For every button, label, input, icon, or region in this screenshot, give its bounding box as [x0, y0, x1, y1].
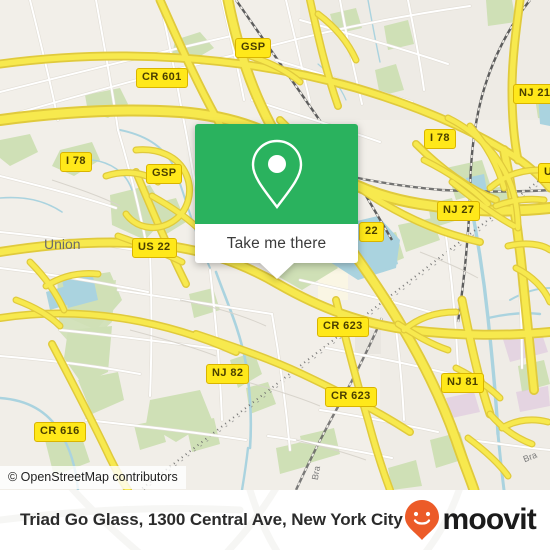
map-pin-icon — [251, 139, 302, 209]
road-shield[interactable]: CR 601 — [136, 68, 188, 88]
road-shield[interactable]: US 22 — [132, 238, 177, 258]
road-shield[interactable]: 22 — [359, 222, 385, 242]
map-popup-card[interactable]: Take me there — [195, 124, 358, 279]
road-shield[interactable]: I 78 — [60, 152, 92, 172]
road-shield[interactable]: CR 623 — [325, 387, 377, 407]
location-title: Triad Go Glass, 1300 Central Ave, New Yo… — [20, 510, 403, 529]
road-shield[interactable]: CR 616 — [34, 422, 86, 442]
popup-pointer — [259, 263, 294, 279]
road-shield[interactable]: NJ 82 — [206, 364, 250, 384]
moovit-wordmark: moovit — [442, 503, 536, 536]
road-shield[interactable]: I 78 — [424, 129, 456, 149]
road-shield[interactable]: NJ 21 — [513, 84, 550, 104]
moovit-brand[interactable]: moovit — [404, 499, 537, 541]
popup-icon-area — [195, 124, 358, 224]
road-shield[interactable]: GSP — [235, 38, 272, 58]
road-shield[interactable]: GSP — [146, 164, 183, 184]
road-shield[interactable]: CR 623 — [317, 317, 369, 337]
footer-bar: Triad Go Glass, 1300 Central Ave, New Yo… — [0, 490, 550, 550]
map-screenshot: .mj { stroke:#f7e94e; stroke-linecap:rou… — [0, 0, 550, 550]
road-shield[interactable]: US — [538, 163, 550, 183]
road-shield[interactable]: NJ 81 — [441, 373, 485, 393]
osm-attribution[interactable]: © OpenStreetMap contributors — [0, 466, 186, 489]
moovit-pin-smiley-icon — [405, 500, 440, 540]
road-shield[interactable]: NJ 27 — [437, 201, 481, 221]
take-me-there-label: Take me there — [226, 234, 327, 252]
place-label-union: Union — [44, 236, 81, 252]
popup-cta-area[interactable]: Take me there — [195, 224, 358, 263]
